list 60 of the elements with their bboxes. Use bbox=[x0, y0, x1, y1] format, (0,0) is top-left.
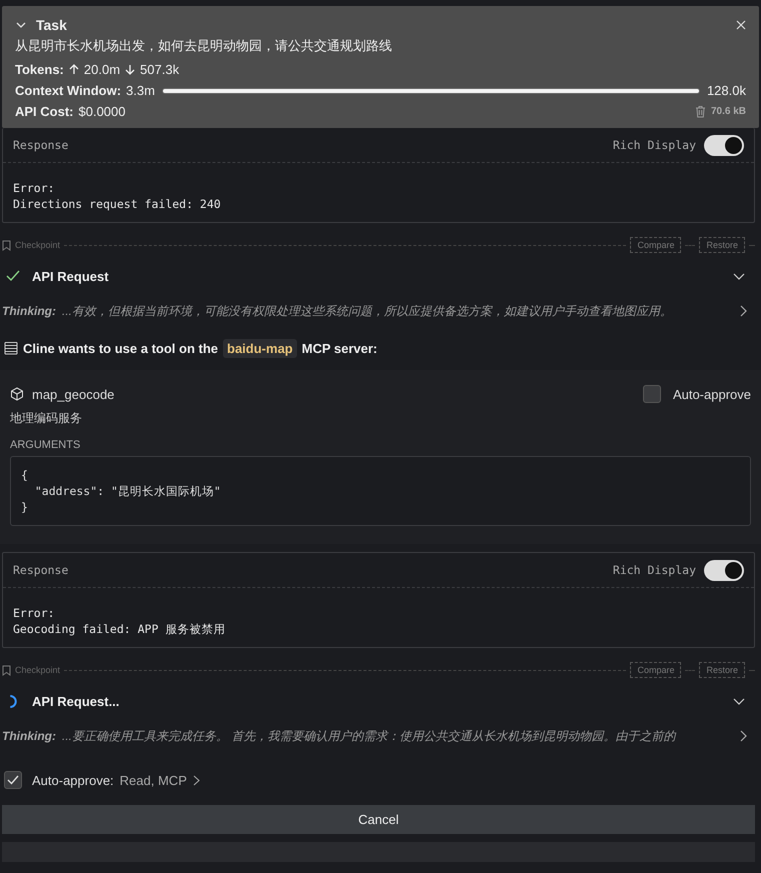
response-line: Error: bbox=[13, 605, 56, 621]
chevron-right-icon[interactable] bbox=[739, 730, 747, 742]
thinking-label: Thinking: bbox=[2, 304, 56, 318]
tokens-up: 20.0m bbox=[84, 62, 120, 77]
bookmark-icon bbox=[2, 240, 11, 250]
auto-approve-value[interactable]: Read, MCP bbox=[120, 772, 187, 788]
checkpoint-button[interactable]: Restore bbox=[699, 237, 745, 253]
api-cost-label: API Cost: bbox=[15, 104, 74, 119]
trash-icon[interactable] bbox=[694, 105, 706, 118]
bookmark-icon bbox=[2, 664, 11, 676]
checkpoint-button[interactable]: Compare bbox=[630, 662, 682, 678]
response-line: Error: bbox=[13, 180, 56, 196]
context-max: 128.0k bbox=[706, 83, 746, 98]
context-window-label: Context Window: bbox=[15, 83, 122, 98]
close-icon[interactable] bbox=[736, 20, 746, 30]
code-line: "address": "昆明长水国际机场" bbox=[34, 483, 222, 499]
rich-display-toggle[interactable] bbox=[704, 560, 744, 580]
api-request-title[interactable]: API Request... bbox=[32, 694, 120, 708]
checkmark-icon bbox=[6, 774, 20, 786]
task-size: 70.6 kB bbox=[710, 106, 746, 117]
mcp-prompt-suffix: MCP server: bbox=[302, 340, 378, 356]
thinking-text: ...要正确使用工具来完成任务。 首先，我需要确认用户的需求：使用公共交通从长水机场到昆明动物园。由于之前的 bbox=[62, 728, 678, 744]
tokens-label: Tokens: bbox=[15, 62, 64, 77]
mcp-prompt-text: Cline wants to use a tool on the bbox=[23, 340, 218, 356]
thinking-text: ...有效，但根据当前环境，可能没有权限处理这些系统问题，所以应提供备选方案，如建议用户手动查看地图应用。 bbox=[62, 302, 674, 320]
context-used: 3.3m bbox=[126, 83, 155, 98]
tokens-down: 507.3k bbox=[140, 62, 180, 77]
response-title: Response bbox=[13, 138, 68, 152]
auto-approve-label: Auto-approve: bbox=[32, 772, 114, 788]
checkpoint-label: Checkpoint bbox=[15, 240, 60, 250]
tool-name: map_geocode bbox=[32, 386, 114, 402]
code-line: { bbox=[21, 467, 29, 483]
code-line: } bbox=[21, 499, 29, 515]
checkpoint-button[interactable]: Restore bbox=[699, 662, 745, 678]
rich-display-label: Rich Display bbox=[612, 563, 696, 577]
rich-display-label: Rich Display bbox=[612, 138, 696, 152]
api-request-title[interactable]: API Request bbox=[32, 268, 109, 284]
auto-approve-checkbox[interactable] bbox=[4, 771, 22, 789]
chevron-right-icon[interactable] bbox=[192, 774, 200, 786]
thinking-label: Thinking: bbox=[2, 729, 56, 743]
cancel-button[interactable]: Cancel bbox=[2, 805, 755, 834]
response-title: Response bbox=[13, 563, 68, 577]
checkpoint-label: Checkpoint bbox=[15, 665, 60, 675]
server-icon bbox=[4, 341, 18, 355]
task-text: 从昆明市长水机场出发，如何去昆明动物园，请公共交通规划路线 bbox=[15, 37, 393, 55]
checkpoint-button[interactable]: Compare bbox=[630, 237, 682, 253]
chevron-right-icon[interactable] bbox=[739, 305, 747, 317]
tool-description: 地理编码服务 bbox=[10, 410, 83, 427]
auto-approve-checkbox[interactable] bbox=[642, 385, 661, 403]
task-title: Task bbox=[36, 16, 67, 32]
arrow-down-icon bbox=[125, 64, 136, 75]
response-line: Directions request failed: 240 bbox=[13, 196, 222, 212]
cube-icon bbox=[10, 387, 24, 401]
arguments-label: ARGUMENTS bbox=[10, 439, 82, 451]
auto-approve-label: Auto-approve bbox=[672, 386, 751, 402]
response-line: Geocoding failed: APP 服务被禁用 bbox=[13, 621, 226, 637]
arrow-up-icon bbox=[68, 64, 79, 75]
rich-display-toggle[interactable] bbox=[704, 134, 744, 156]
server-name: baidu-map bbox=[223, 338, 297, 358]
api-cost: $0.0000 bbox=[78, 104, 126, 119]
